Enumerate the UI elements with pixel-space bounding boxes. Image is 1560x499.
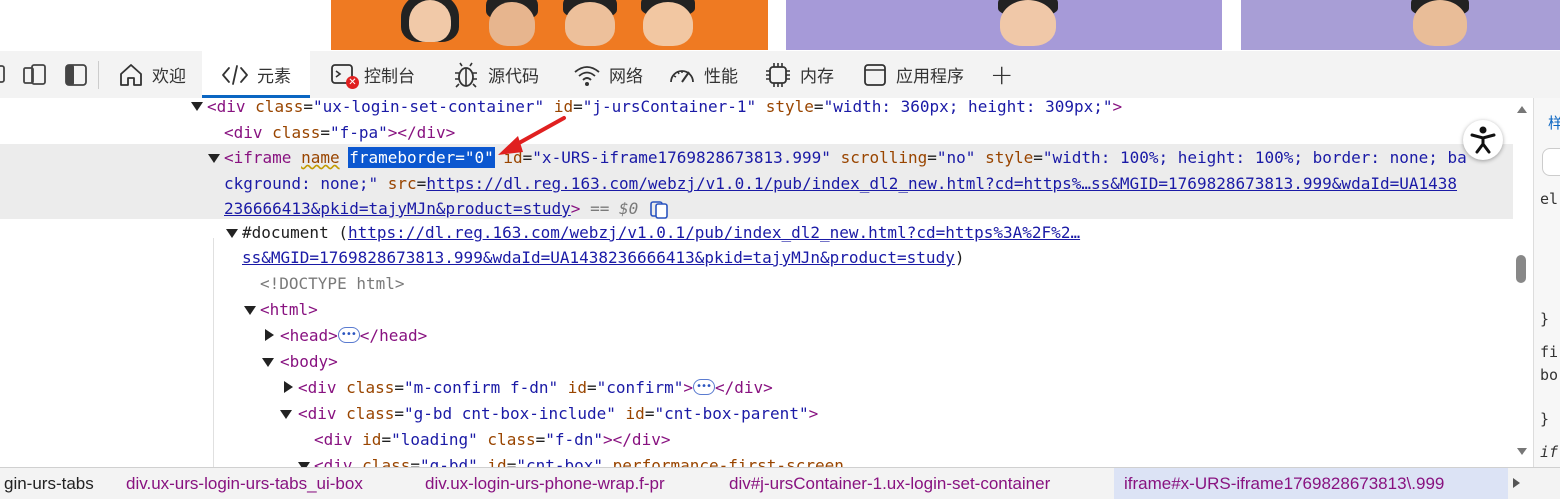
dom-node-line[interactable]: <head></head> (280, 322, 427, 349)
tab-elements[interactable]: 元素 (202, 51, 310, 98)
tab-performance[interactable]: 性能 (668, 51, 738, 98)
dock-panel-icon[interactable] (64, 63, 88, 87)
collapse-triangle-icon[interactable] (226, 229, 238, 238)
error-badge-icon: ✕ (346, 75, 359, 89)
tab-sources[interactable]: 源代码 (452, 51, 539, 98)
breadcrumb-item[interactable]: div#j-ursContainer-1.ux-login-set-contai… (729, 468, 1050, 499)
collapse-triangle-icon[interactable] (208, 154, 220, 163)
collapse-triangle-icon[interactable] (191, 102, 203, 111)
collapse-triangle-icon[interactable] (244, 306, 256, 315)
dom-node-line[interactable]: <div id="loading" class="f-dn"></div> (314, 427, 670, 453)
gauge-icon (670, 69, 694, 83)
dom-node-line[interactable]: <div class="f-pa"></div> (224, 120, 455, 146)
breadcrumb-item-selected[interactable]: iframe#x-URS-iframe1769828673813\.999 (1114, 468, 1508, 499)
ellipsis-icon[interactable] (337, 322, 360, 348)
dom-node-line[interactable]: ss&MGID=1769828673813.999&wdaId=UA143823… (242, 245, 964, 271)
indent-guide (213, 238, 214, 467)
page-banner (0, 0, 1560, 50)
dom-node-line[interactable]: #document (https://dl.reg.163.com/webzj/… (242, 220, 1080, 246)
dom-node-line[interactable]: <body> (280, 349, 338, 375)
styles-filter-input[interactable] (1542, 148, 1560, 176)
accessibility-button[interactable] (1463, 120, 1503, 160)
chip-icon (766, 62, 790, 87)
elements-tree[interactable]: <div class="ux-login-set-container" id="… (0, 98, 1513, 467)
tab-label: 网络 (609, 67, 643, 87)
style-rule-text: el (1540, 190, 1559, 208)
tab-label: 源代码 (488, 67, 539, 87)
add-tab-button[interactable]: + (990, 51, 1013, 98)
app-icon (864, 63, 886, 86)
expand-triangle-icon[interactable] (284, 381, 293, 393)
breadcrumb: gin-urs-tabs div.ux-urs-login-urs-tabs_u… (0, 467, 1560, 499)
ellipsis-icon[interactable] (693, 374, 715, 400)
style-rule-text: if (1540, 443, 1559, 461)
banner-image-purple (786, 0, 1222, 50)
attribute-edit-field[interactable]: frameborder="0" (348, 147, 495, 168)
collapse-triangle-icon[interactable] (262, 358, 274, 367)
breadcrumb-scroll-right-icon[interactable] (1513, 478, 1520, 488)
plus-icon: + (990, 58, 1014, 91)
device-emulation-icon[interactable] (22, 63, 48, 87)
tab-application[interactable]: 应用程序 (862, 51, 964, 98)
tab-label: 控制台 (364, 67, 415, 87)
banner-image-purple-2 (1241, 0, 1560, 50)
breadcrumb-item[interactable]: gin-urs-tabs (4, 468, 94, 499)
iframe-src-link[interactable]: https://dl.reg.163.com/webzj/v1.0.1/pub/… (426, 174, 1457, 193)
wifi-icon (574, 65, 600, 86)
dom-node-line-selected[interactable]: 236666413&pkid=tajyMJn&product=study> ==… (224, 196, 670, 222)
dom-node-line-selected[interactable]: <iframe name frameborder="0" id="x-URS-i… (224, 145, 1467, 171)
tab-label: 欢迎 (152, 67, 186, 87)
devtools-toolbar: 欢迎 元素 ✕ 控制台 源代码 网络 性能 内存 应用程序 + (0, 51, 1560, 99)
style-rule-text: fi (1540, 343, 1559, 361)
document-url-link[interactable]: ss&MGID=1769828673813.999&wdaId=UA143823… (242, 248, 955, 267)
tab-label: 内存 (800, 67, 834, 87)
annotation-arrow-icon (498, 116, 566, 155)
copy-node-icon[interactable] (648, 200, 670, 219)
banner-image-orange (331, 0, 768, 50)
breadcrumb-item[interactable]: div.ux-urs-login-urs-tabs_ui-box (126, 468, 363, 499)
dom-node-line[interactable]: <div class="g-bd cnt-box-include" id="cn… (298, 401, 818, 427)
scroll-up-arrow-icon[interactable] (1517, 106, 1527, 113)
inspect-element-icon[interactable] (0, 63, 10, 87)
collapse-triangle-icon[interactable] (280, 410, 292, 419)
vertical-scrollbar[interactable] (1513, 98, 1533, 467)
dom-node-line[interactable]: <html> (260, 297, 318, 323)
bug-icon (455, 62, 477, 88)
style-rule-brace: } (1540, 310, 1550, 328)
style-rule-text: bo (1540, 366, 1559, 384)
breadcrumb-item[interactable]: div.ux-login-urs-phone-wrap.f-pr (425, 468, 665, 499)
styles-panel-tab[interactable]: 样 (1548, 112, 1560, 133)
dom-node-line[interactable]: <div class="m-confirm f-dn" id="confirm"… (298, 374, 773, 401)
styles-panel[interactable]: 样 el } fi bo } if (1533, 98, 1560, 467)
home-icon (120, 63, 142, 86)
scrollbar-thumb[interactable] (1516, 255, 1526, 283)
dom-node-line[interactable]: <div class="g-bd" id="cnt-box" performan… (314, 453, 844, 467)
tab-memory[interactable]: 内存 (764, 51, 834, 98)
tab-label: 性能 (704, 67, 738, 87)
iframe-src-link[interactable]: 236666413&pkid=tajyMJn&product=study (224, 199, 571, 218)
accessibility-icon (1470, 126, 1496, 154)
code-icon (222, 64, 248, 85)
tab-label: 应用程序 (896, 67, 964, 87)
tab-console[interactable]: ✕ 控制台 (330, 51, 415, 98)
dom-node-line-selected[interactable]: ckground: none;" src=https://dl.reg.163.… (224, 171, 1457, 197)
tab-label: 元素 (257, 67, 291, 87)
dom-node-line[interactable]: <div class="ux-login-set-container" id="… (207, 98, 1122, 120)
tab-welcome[interactable]: 欢迎 (118, 51, 186, 98)
expand-triangle-icon[interactable] (265, 329, 274, 341)
document-url-link[interactable]: https://dl.reg.163.com/webzj/v1.0.1/pub/… (348, 223, 1080, 242)
tab-network[interactable]: 网络 (573, 51, 643, 98)
style-rule-brace: } (1540, 410, 1550, 428)
scroll-down-arrow-icon[interactable] (1517, 448, 1527, 455)
dom-node-line[interactable]: <!DOCTYPE html> (260, 271, 405, 297)
